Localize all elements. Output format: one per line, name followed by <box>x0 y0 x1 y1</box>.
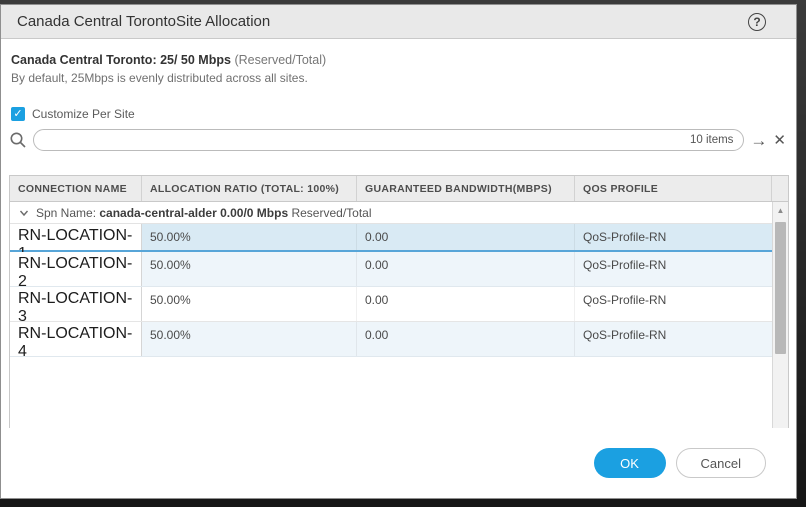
qos-profile-cell[interactable]: QoS-Profile-RN <box>575 287 772 321</box>
connection-name-cell[interactable]: RN-LOCATION-2 <box>10 252 142 286</box>
search-bar: 10 items → ✕ <box>9 127 788 153</box>
vertical-scrollbar[interactable]: ▲ ▼ <box>772 202 788 448</box>
table-row[interactable]: RN-LOCATION-3 50.00% 0.00 QoS-Profile-RN <box>10 287 772 322</box>
search-icon <box>9 131 27 149</box>
ok-button[interactable]: OK <box>594 448 666 478</box>
column-header-qos-profile: QOS PROFILE <box>575 176 772 201</box>
help-icon[interactable]: ? <box>748 13 766 31</box>
column-header-guaranteed-bandwidth: GUARANTEED BANDWIDTH(MBPS) <box>357 176 575 201</box>
page-background: Canada Central TorontoSite Allocation ? … <box>0 0 806 507</box>
guaranteed-bandwidth-cell[interactable]: 0.00 <box>357 322 575 356</box>
guaranteed-bandwidth-cell[interactable]: 0.00 <box>357 252 575 286</box>
allocation-ratio-cell[interactable]: 50.00% <box>142 224 357 250</box>
customize-per-site-label: Customize Per Site <box>32 107 135 121</box>
spn-group-label: Spn Name: canada-central-alder 0.00/0 Mb… <box>36 206 372 220</box>
table-row[interactable]: RN-LOCATION-1 50.00% 0.00 QoS-Profile-RN <box>10 224 772 252</box>
qos-profile-cell[interactable]: QoS-Profile-RN <box>575 322 772 356</box>
scroll-up-icon[interactable]: ▲ <box>773 204 788 218</box>
checkbox-checked-icon[interactable]: ✓ <box>11 107 25 121</box>
site-allocation-dialog: Canada Central TorontoSite Allocation ? … <box>0 4 797 499</box>
column-header-spacer <box>772 176 788 201</box>
spn-name-and-bandwidth: canada-central-alder 0.00/0 Mbps <box>99 206 288 220</box>
bandwidth-summary-suffix: (Reserved/Total) <box>234 53 326 67</box>
allocation-ratio-cell[interactable]: 50.00% <box>142 287 357 321</box>
arrow-right-icon[interactable]: → <box>750 132 767 149</box>
allocation-ratio-cell[interactable]: 50.00% <box>142 252 357 286</box>
cancel-button[interactable]: Cancel <box>676 448 766 478</box>
column-header-allocation-ratio: ALLOCATION RATIO (TOTAL: 100%) <box>142 176 357 201</box>
dialog-footer: OK Cancel <box>1 428 796 498</box>
summary-note: By default, 25Mbps is evenly distributed… <box>1 67 796 85</box>
table-body: Spn Name: canada-central-alder 0.00/0 Mb… <box>10 202 772 448</box>
connection-name-cell[interactable]: RN-LOCATION-4 <box>10 322 142 356</box>
column-header-connection-name: CONNECTION NAME <box>10 176 142 201</box>
items-count-badge: 10 items <box>690 134 739 146</box>
qos-profile-cell[interactable]: QoS-Profile-RN <box>575 252 772 286</box>
connection-name-cell[interactable]: RN-LOCATION-3 <box>10 287 142 321</box>
allocation-ratio-cell[interactable]: 50.00% <box>142 322 357 356</box>
chevron-down-icon[interactable] <box>18 207 30 219</box>
table-row[interactable]: RN-LOCATION-2 50.00% 0.00 QoS-Profile-RN <box>10 252 772 287</box>
spn-prefix: Spn Name: <box>36 206 96 220</box>
connection-name-cell[interactable]: RN-LOCATION-1 <box>10 224 142 250</box>
guaranteed-bandwidth-cell[interactable]: 0.00 <box>357 224 575 250</box>
qos-profile-cell[interactable]: QoS-Profile-RN <box>575 224 772 250</box>
spn-suffix: Reserved/Total <box>291 206 371 220</box>
dialog-titlebar: Canada Central TorontoSite Allocation ? <box>1 5 796 39</box>
customize-per-site-checkbox[interactable]: ✓ Customize Per Site <box>11 107 135 121</box>
bandwidth-summary-value: Canada Central Toronto: 25/ 50 Mbps <box>11 53 231 67</box>
bandwidth-summary: Canada Central Toronto: 25/ 50 Mbps (Res… <box>1 53 796 67</box>
dialog-title: Canada Central TorontoSite Allocation <box>17 13 748 30</box>
guaranteed-bandwidth-cell[interactable]: 0.00 <box>357 287 575 321</box>
table-row[interactable]: RN-LOCATION-4 50.00% 0.00 QoS-Profile-RN <box>10 322 772 357</box>
close-icon[interactable]: ✕ <box>773 133 788 148</box>
search-field[interactable]: 10 items <box>33 129 744 151</box>
spn-group-row[interactable]: Spn Name: canada-central-alder 0.00/0 Mb… <box>10 202 772 224</box>
scrollbar-thumb[interactable] <box>775 222 786 354</box>
search-input[interactable] <box>44 133 690 147</box>
allocation-table: CONNECTION NAME ALLOCATION RATIO (TOTAL:… <box>9 175 789 449</box>
dialog-body: Canada Central Toronto: 25/ 50 Mbps (Res… <box>1 39 796 498</box>
table-header-row: CONNECTION NAME ALLOCATION RATIO (TOTAL:… <box>10 176 788 202</box>
